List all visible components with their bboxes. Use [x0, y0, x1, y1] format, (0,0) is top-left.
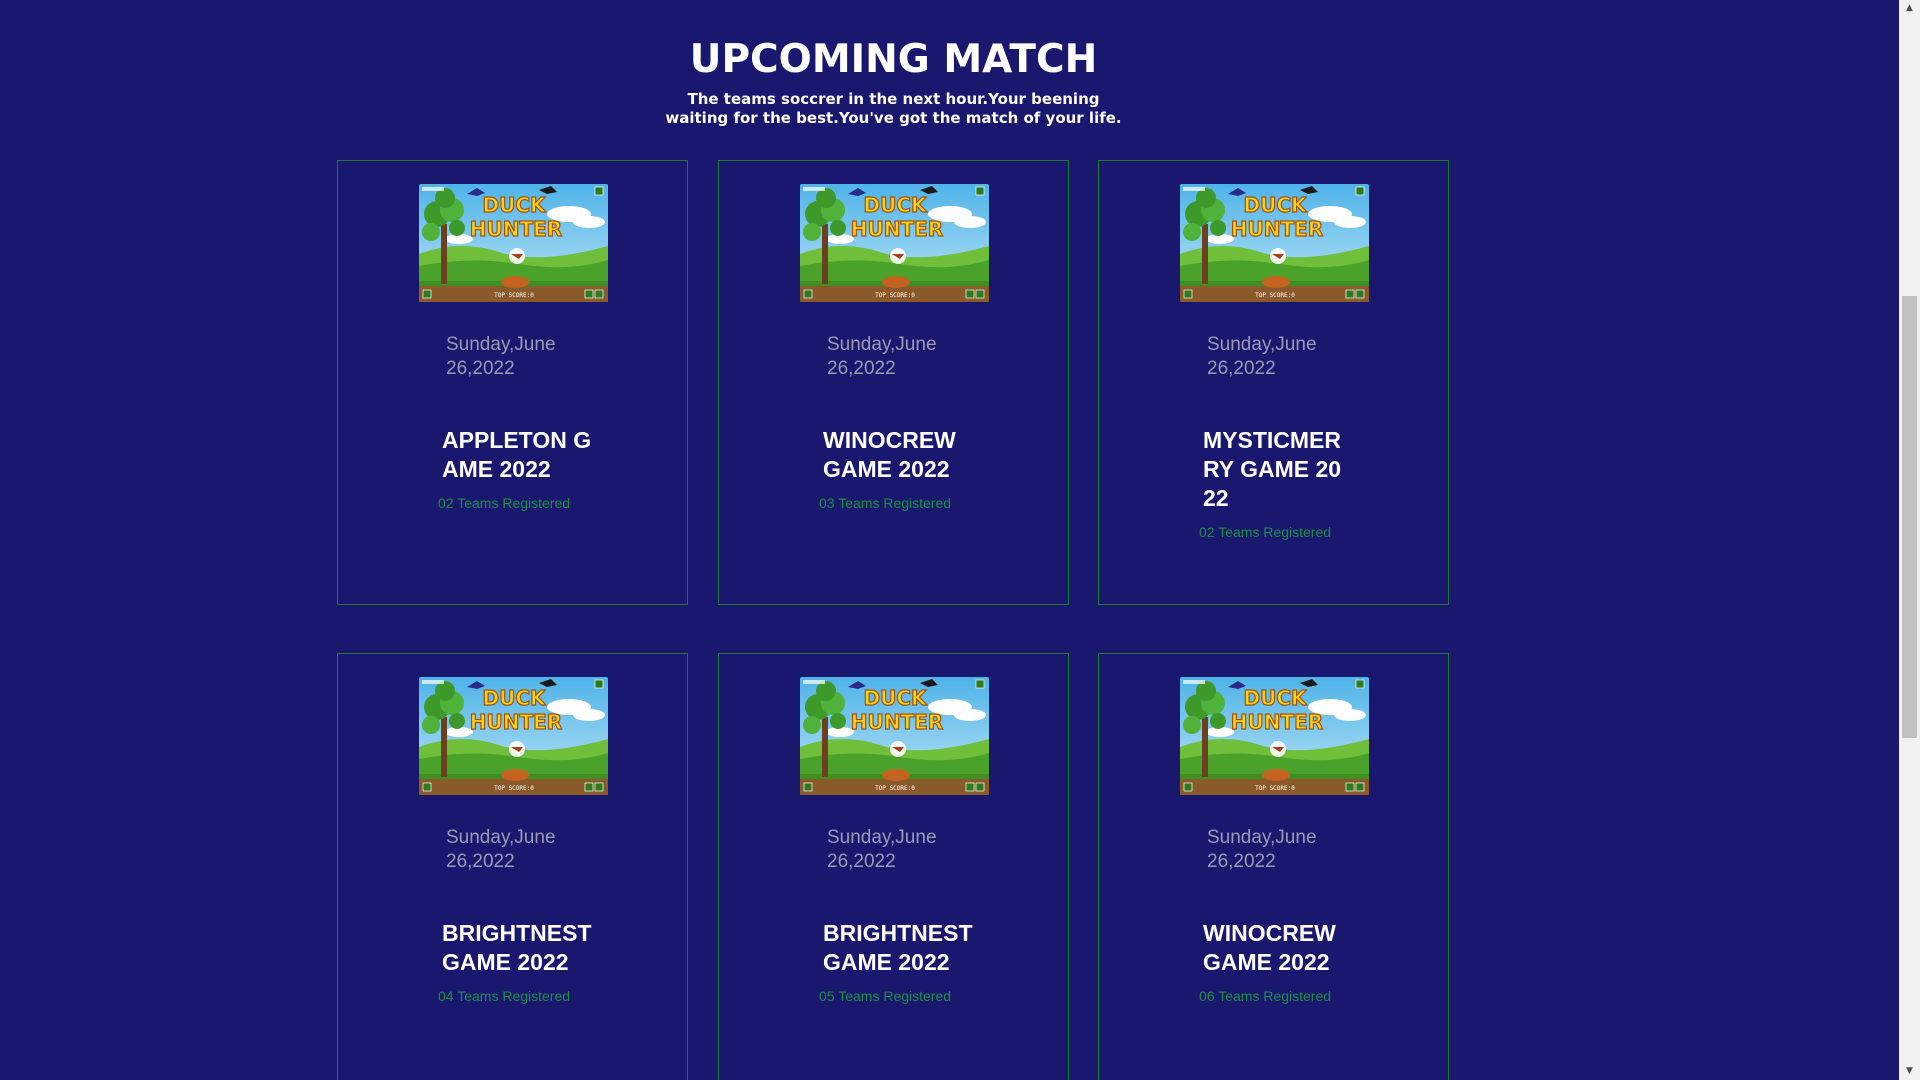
svg-text:HUNTER: HUNTER [470, 710, 562, 734]
scrollbar-thumb[interactable] [1902, 296, 1917, 738]
svg-text:TOP SCORE:0: TOP SCORE:0 [1255, 292, 1295, 299]
svg-text:TOP SCORE:0: TOP SCORE:0 [875, 292, 915, 299]
page-title: UPCOMING MATCH [689, 37, 1098, 82]
match-thumbnail[interactable]: DUCK HUNTER TOP SCORE:0 [1180, 677, 1369, 795]
page-subtitle: The teams soccrer in the next hour.Your … [665, 90, 1122, 127]
match-card[interactable]: DUCK HUNTER TOP SCORE:0 Sunday,June 26,2… [337, 160, 688, 605]
teams-registered: 04 Teams Registered [438, 988, 571, 1004]
match-date: Sunday,June 26,2022 [446, 827, 556, 872]
match-name[interactable]: BRIGHTNEST GAME 2022 [442, 919, 592, 977]
svg-text:DUCK: DUCK [482, 193, 547, 217]
match-name-block: WINOCREW GAME 2022 03 Teams Registered [819, 426, 973, 512]
triangle-up-icon[interactable]: ▲ [1899, 0, 1920, 17]
match-name-block: MYSTICMERRY GAME 2022 02 Teams Registere… [1199, 426, 1353, 541]
svg-text:HUNTER: HUNTER [470, 217, 562, 241]
match-name-block: WINOCREW GAME 2022 06 Teams Registered [1199, 919, 1353, 1005]
svg-text:HUNTER: HUNTER [1231, 710, 1323, 734]
svg-text:TOP SCORE:0: TOP SCORE:0 [494, 785, 534, 792]
teams-registered: 02 Teams Registered [1199, 524, 1332, 540]
match-name[interactable]: BRIGHTNEST GAME 2022 [823, 919, 973, 977]
svg-text:TOP SCORE:0: TOP SCORE:0 [875, 785, 915, 792]
svg-text:DUCK: DUCK [482, 686, 547, 710]
match-name-block: BRIGHTNEST GAME 2022 04 Teams Registered [438, 919, 592, 1005]
match-thumbnail[interactable]: DUCK HUNTER TOP SCORE:0 [419, 677, 608, 795]
svg-text:DUCK: DUCK [1243, 686, 1308, 710]
svg-text:DUCK: DUCK [863, 686, 928, 710]
match-card[interactable]: DUCK HUNTER TOP SCORE:0 Sunday,June 26,2… [337, 653, 688, 1080]
match-name[interactable]: MYSTICMERRY GAME 2022 [1203, 426, 1353, 513]
match-card[interactable]: DUCK HUNTER TOP SCORE:0 Sunday,June 26,2… [718, 160, 1069, 605]
section-header: UPCOMING MATCH The teams soccrer in the … [0, 36, 1787, 128]
match-card[interactable]: DUCK HUNTER TOP SCORE:0 Sunday,June 26,2… [718, 653, 1069, 1080]
match-name-block: BRIGHTNEST GAME 2022 05 Teams Registered [819, 919, 973, 1005]
match-date: Sunday,June 26,2022 [1207, 334, 1317, 379]
match-date: Sunday,June 26,2022 [827, 334, 937, 379]
svg-text:HUNTER: HUNTER [851, 217, 943, 241]
svg-text:DUCK: DUCK [863, 193, 928, 217]
teams-registered: 05 Teams Registered [819, 988, 952, 1004]
match-date: Sunday,June 26,2022 [446, 334, 556, 379]
match-thumbnail[interactable]: DUCK HUNTER TOP SCORE:0 [800, 677, 989, 795]
svg-text:TOP SCORE:0: TOP SCORE:0 [494, 292, 534, 299]
match-card[interactable]: DUCK HUNTER TOP SCORE:0 Sunday,June 26,2… [1098, 653, 1449, 1080]
match-thumbnail[interactable]: DUCK HUNTER TOP SCORE:0 [1180, 184, 1369, 302]
svg-text:DUCK: DUCK [1243, 193, 1308, 217]
match-date: Sunday,June 26,2022 [1207, 827, 1317, 872]
page: UPCOMING MATCH The teams soccrer in the … [0, 0, 1920, 1080]
match-thumbnail[interactable]: DUCK HUNTER TOP SCORE:0 [800, 184, 989, 302]
triangle-down-icon[interactable]: ▼ [1899, 1063, 1920, 1080]
match-name-block: APPLETON GAME 2022 02 Teams Registered [438, 426, 592, 512]
match-name[interactable]: WINOCREW GAME 2022 [823, 426, 973, 484]
svg-text:TOP SCORE:0: TOP SCORE:0 [1255, 785, 1295, 792]
vertical-scrollbar[interactable]: ▲ ▼ [1899, 0, 1920, 1080]
teams-registered: 02 Teams Registered [438, 495, 571, 511]
teams-registered: 03 Teams Registered [819, 495, 952, 511]
match-name[interactable]: APPLETON GAME 2022 [442, 426, 592, 484]
svg-text:HUNTER: HUNTER [1231, 217, 1323, 241]
match-name[interactable]: WINOCREW GAME 2022 [1203, 919, 1353, 977]
teams-registered: 06 Teams Registered [1199, 988, 1332, 1004]
match-thumbnail[interactable]: DUCK HUNTER TOP SCORE:0 [419, 184, 608, 302]
svg-text:HUNTER: HUNTER [851, 710, 943, 734]
match-card[interactable]: DUCK HUNTER TOP SCORE:0 Sunday,June 26,2… [1098, 160, 1449, 605]
match-date: Sunday,June 26,2022 [827, 827, 937, 872]
